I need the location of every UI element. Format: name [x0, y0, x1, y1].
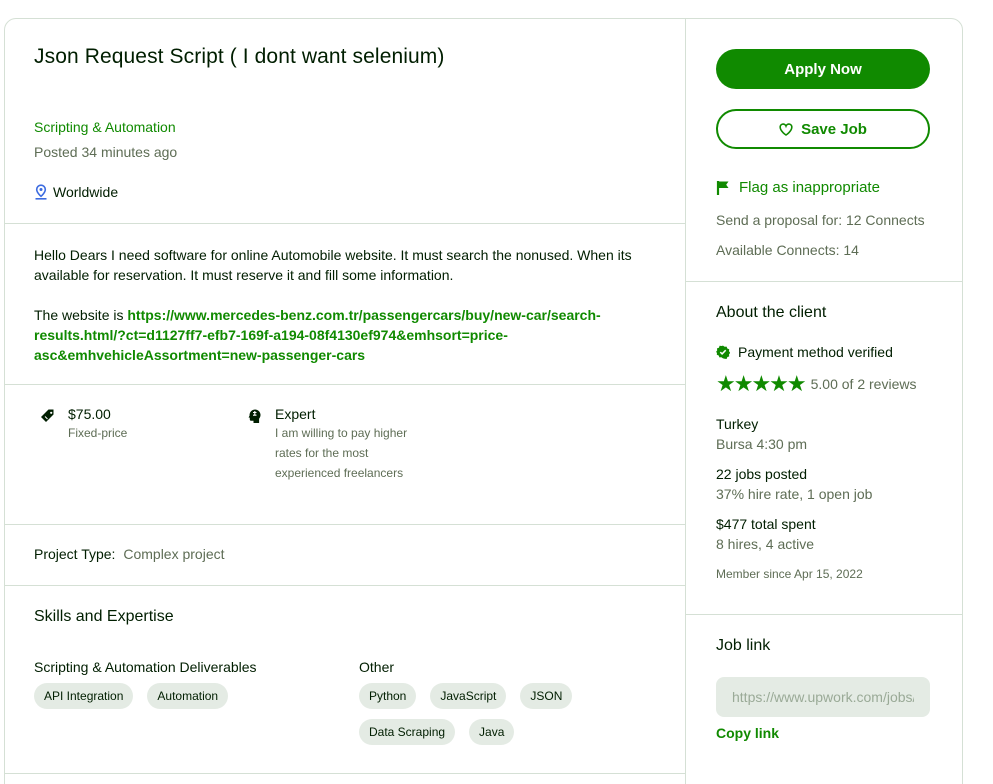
description-text: The website is — [34, 307, 128, 323]
client-country: Turkey — [716, 416, 759, 432]
brain-head-icon — [248, 409, 261, 423]
skill-group-title: Other — [359, 659, 395, 675]
job-location-text: Worldwide — [53, 184, 119, 200]
payment-verified-text: Payment method verified — [738, 344, 893, 360]
experience-level-feature: Expert I am willing to pay higher rates … — [245, 405, 425, 483]
job-main-column: Json Request Script ( I dont want seleni… — [5, 19, 685, 784]
heart-icon — [779, 122, 793, 136]
client-hires: 8 hires, 4 active — [716, 536, 815, 552]
price-value: $75.00 — [68, 406, 111, 422]
skill-chips: API Integration Automation — [34, 683, 274, 709]
available-connects: Available Connects: 14 — [716, 242, 859, 258]
client-local-time: Bursa 4:30 pm — [716, 436, 808, 452]
job-details-card: Json Request Script ( I dont want seleni… — [4, 18, 963, 784]
flag-inappropriate-label: Flag as inappropriate — [739, 179, 880, 196]
skill-chip[interactable]: JSON — [520, 683, 573, 709]
divider — [5, 223, 685, 224]
divider — [686, 614, 963, 615]
about-client-heading: About the client — [716, 304, 827, 321]
client-jobs-posted: 22 jobs posted — [716, 466, 808, 482]
experience-level: Expert — [275, 406, 316, 422]
divider — [5, 773, 685, 774]
description-paragraph: The website is https://www.mercedes-benz… — [34, 305, 664, 365]
description-paragraph: Hello Dears I need software for online A… — [34, 247, 632, 283]
client-location: Turkey Bursa 4:30 pm — [716, 414, 807, 454]
posted-time: Posted 34 minutes ago — [34, 144, 178, 160]
save-job-button[interactable]: Save Job — [716, 109, 930, 149]
skill-group-deliverables: Scripting & Automation Deliverables API … — [34, 659, 274, 709]
apply-now-button[interactable]: Apply Now — [716, 49, 930, 89]
divider — [5, 585, 685, 586]
client-spend: $477 total spent 8 hires, 4 active — [716, 514, 816, 554]
experience-level-description: I am willing to pay higher rates for the… — [275, 426, 408, 480]
job-link-heading: Job link — [716, 637, 771, 654]
skills-heading: Skills and Expertise — [34, 608, 174, 625]
skill-chip[interactable]: Automation — [147, 683, 229, 709]
skill-chips: Python JavaScript JSON Data Scraping Jav… — [359, 683, 599, 745]
job-link-input[interactable] — [716, 677, 930, 717]
skill-group-title: Scripting & Automation Deliverables — [34, 659, 257, 675]
divider — [5, 384, 685, 385]
job-description: Hello Dears I need software for online A… — [34, 245, 664, 385]
client-total-spent: $477 total spent — [716, 516, 816, 532]
flag-inappropriate-link[interactable]: Flag as inappropriate — [716, 179, 880, 196]
job-sidebar: Apply Now Save Job Flag as inappropriate… — [685, 19, 963, 784]
rating-text: 5.00 of 2 reviews — [810, 376, 917, 392]
job-category-link[interactable]: Scripting & Automation — [34, 119, 176, 135]
location-pin-icon — [35, 184, 47, 200]
skill-chip[interactable]: Java — [469, 719, 515, 745]
project-type-label: Project Type: — [34, 546, 116, 562]
client-hire-rate: 37% hire rate, 1 open job — [716, 486, 873, 502]
project-type: Project Type: Complex project — [34, 546, 225, 562]
apply-now-label: Apply Now — [784, 60, 862, 78]
job-location: Worldwide — [34, 184, 118, 200]
price-feature: $75.00 Fixed-price — [38, 405, 127, 443]
copy-link-button[interactable]: Copy link — [716, 725, 779, 741]
skill-chip[interactable]: Data Scraping — [359, 719, 456, 745]
price-type: Fixed-price — [68, 426, 128, 440]
save-job-label: Save Job — [801, 120, 867, 138]
member-since: Member since Apr 15, 2022 — [716, 567, 863, 581]
skill-chip[interactable]: API Integration — [34, 683, 134, 709]
client-rating: ★★★★★ 5.00 of 2 reviews — [716, 371, 916, 397]
star-rating-icon: ★★★★★ — [716, 371, 807, 396]
divider — [5, 524, 685, 525]
verified-check-icon — [716, 345, 730, 359]
skill-chip[interactable]: Python — [359, 683, 417, 709]
skill-group-other: Other Python JavaScript JSON Data Scrapi… — [359, 659, 599, 745]
skill-chip[interactable]: JavaScript — [430, 683, 507, 709]
job-title: Json Request Script ( I dont want seleni… — [34, 45, 445, 68]
payment-verified: Payment method verified — [716, 344, 893, 360]
flag-icon — [716, 180, 729, 195]
proposal-connects: Send a proposal for: 12 Connects — [716, 212, 925, 228]
client-jobs: 22 jobs posted 37% hire rate, 1 open job — [716, 464, 872, 504]
divider — [686, 281, 963, 282]
project-type-value: Complex project — [123, 546, 225, 562]
price-tag-icon — [41, 409, 54, 422]
